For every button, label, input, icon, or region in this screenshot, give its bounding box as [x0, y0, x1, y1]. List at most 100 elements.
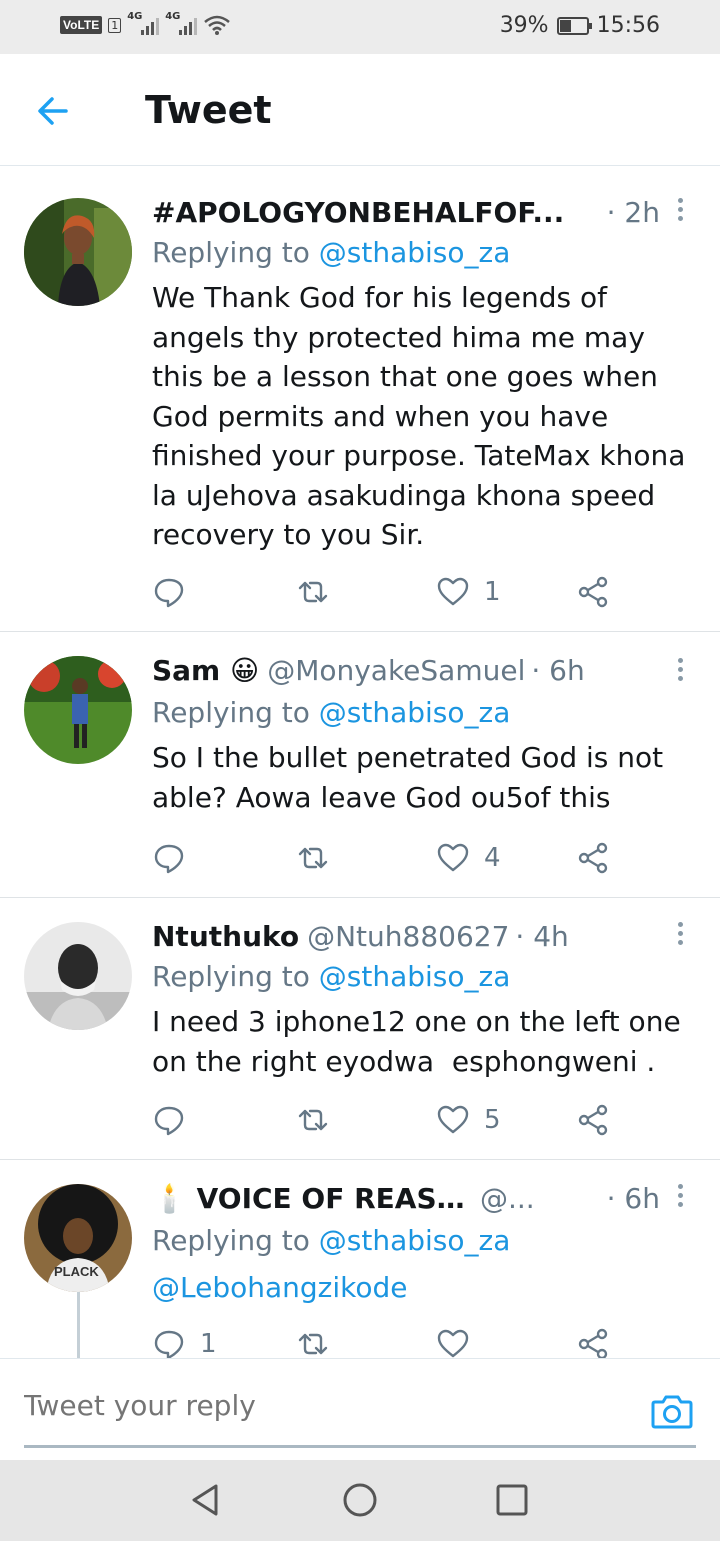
tweet-author-handle[interactable]: @MonyakeSamuel: [267, 654, 525, 687]
tweet-author-name[interactable]: #APOLOGYONBEHALFOF...: [152, 196, 564, 229]
replying-to-label: Replying to: [152, 696, 319, 729]
like-button[interactable]: 1: [436, 572, 501, 612]
replying-to: Replying to @sthabiso_za: [152, 696, 510, 729]
share-icon: [578, 576, 608, 608]
nav-home-icon[interactable]: [340, 1480, 380, 1520]
replying-to-handle[interactable]: @sthabiso_za: [319, 236, 511, 269]
battery-percent: 39%: [499, 13, 549, 38]
share-icon: [578, 842, 608, 874]
avatar[interactable]: [24, 656, 132, 764]
reply-feed[interactable]: #APOLOGYONBEHALFOF... · 2h Replying to @…: [0, 174, 720, 1358]
signal-icon-2: 4G: [165, 11, 198, 35]
nav-recents-icon[interactable]: [492, 1480, 532, 1520]
reply-button[interactable]: [152, 1100, 200, 1140]
tweet-text: I need 3 iphone12 one on the left one on…: [152, 1005, 690, 1078]
tweet-actions: 4: [152, 838, 622, 878]
tweet-author-handle[interactable]: @...: [480, 1182, 535, 1215]
like-icon: [437, 1329, 469, 1358]
retweet-icon: [298, 847, 328, 869]
tweet-item[interactable]: #APOLOGYONBEHALFOF... · 2h Replying to @…: [0, 174, 720, 632]
tweet-item[interactable]: PLACK 🕯️ VOICE OF REASON 🕯️ @... · 6h Re…: [0, 1160, 720, 1358]
avatar[interactable]: [24, 198, 132, 306]
avatar[interactable]: [24, 922, 132, 1030]
retweet-icon: [298, 1109, 328, 1131]
replying-to-handle[interactable]: @sthabiso_za: [319, 1224, 511, 1257]
nav-back-icon[interactable]: [186, 1480, 226, 1520]
volte-badge: VoLTE: [60, 16, 103, 34]
like-button[interactable]: [436, 1324, 484, 1358]
tweet-author-name[interactable]: Ntuthuko: [152, 920, 299, 953]
reply-input-underline: [24, 1445, 696, 1448]
tweet-time: · 2h: [606, 196, 660, 229]
tweet-header: Sam 😀 @MonyakeSamuel · 6h: [152, 654, 660, 687]
tweet-item[interactable]: Ntuthuko @Ntuh880627 · 4h Replying to @s…: [0, 898, 720, 1160]
camera-icon[interactable]: [650, 1389, 694, 1433]
network-type-label-2: 4G: [165, 11, 181, 22]
replying-to: Replying to @sthabiso_za: [152, 960, 510, 993]
like-icon: [437, 1105, 469, 1134]
like-count: 4: [484, 843, 501, 873]
network-type-label: 4G: [127, 11, 143, 22]
more-icon[interactable]: [672, 918, 688, 954]
retweet-button[interactable]: [296, 838, 344, 878]
tweet-item[interactable]: Sam 😀 @MonyakeSamuel · 6h Replying to @s…: [0, 632, 720, 898]
system-nav-bar: [0, 1460, 720, 1541]
tweet-time: · 6h: [531, 654, 585, 687]
tweet-actions: 1: [152, 1324, 622, 1358]
share-button[interactable]: [576, 572, 610, 612]
share-icon: [578, 1328, 608, 1358]
tweet-author-name[interactable]: 🕯️ VOICE OF REASON 🕯️: [152, 1182, 472, 1215]
tweet-header: Ntuthuko @Ntuh880627 · 4h: [152, 920, 660, 953]
reply-button[interactable]: [152, 572, 200, 612]
share-button[interactable]: [576, 1324, 610, 1358]
tweet-actions: 5: [152, 1100, 622, 1140]
page-title: Tweet: [145, 88, 272, 132]
reply-icon: [154, 578, 184, 608]
replying-to-handle[interactable]: @sthabiso_za: [319, 696, 511, 729]
tweet-time: · 6h: [606, 1182, 660, 1215]
retweet-button[interactable]: [296, 1324, 344, 1358]
app-header: Tweet: [0, 54, 720, 166]
reply-icon: [154, 1106, 184, 1136]
reply-button[interactable]: [152, 838, 200, 878]
wifi-icon: [204, 15, 231, 35]
status-bar-network: VoLTE 1 4G 4G: [60, 11, 231, 36]
replying-to-label: Replying to: [152, 236, 319, 269]
like-count: 1: [484, 577, 501, 607]
back-arrow-icon[interactable]: [30, 86, 80, 136]
avatar-shirt-text: PLACK: [54, 1264, 99, 1279]
tweet-author-handle[interactable]: @Ntuh880627: [307, 920, 509, 953]
tweet-author-name[interactable]: Sam 😀: [152, 654, 259, 687]
tweet-text: So I the bullet penetrated God is not ab…: [152, 741, 664, 814]
reply-icon: [154, 844, 184, 874]
more-icon[interactable]: [672, 1180, 688, 1216]
share-icon: [578, 1104, 608, 1136]
replying-to-label: Replying to: [152, 960, 319, 993]
more-icon[interactable]: [672, 654, 688, 690]
like-icon: [437, 843, 469, 872]
battery-icon: [556, 16, 592, 35]
like-count: 5: [484, 1105, 501, 1135]
avatar[interactable]: PLACK: [24, 1184, 132, 1292]
status-bar: VoLTE 1 4G 4G 39% 15:56: [0, 0, 720, 54]
replying-to-label: Replying to: [152, 1224, 319, 1257]
reply-count: 1: [200, 1329, 217, 1358]
tweet-header: 🕯️ VOICE OF REASON 🕯️ @... · 6h: [152, 1182, 660, 1215]
retweet-button[interactable]: [296, 572, 344, 612]
clock: 15:56: [596, 13, 660, 38]
like-button[interactable]: 5: [436, 1100, 501, 1140]
reply-icon: [154, 1330, 184, 1358]
replying-to-handle[interactable]: @sthabiso_za: [319, 960, 511, 993]
tweet-text[interactable]: @Lebohangzikode: [152, 1268, 697, 1308]
reply-composer: [0, 1358, 720, 1460]
like-button[interactable]: 4: [436, 838, 501, 878]
retweet-icon: [298, 581, 328, 603]
retweet-button[interactable]: [296, 1100, 344, 1140]
tweet-actions: 1: [152, 572, 622, 612]
share-button[interactable]: [576, 1100, 610, 1140]
thread-line: [77, 1282, 80, 1358]
share-button[interactable]: [576, 838, 610, 878]
reply-input[interactable]: [24, 1389, 584, 1422]
reply-button[interactable]: 1: [152, 1324, 217, 1358]
more-icon[interactable]: [672, 194, 688, 230]
